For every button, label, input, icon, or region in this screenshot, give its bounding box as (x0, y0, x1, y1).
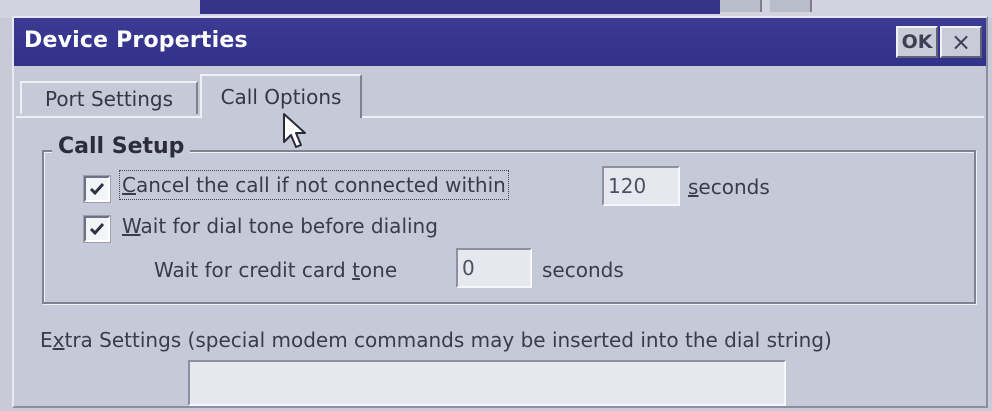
mouse-pointer-icon (283, 113, 306, 148)
checkmark-icon (89, 183, 105, 196)
dialog-titlebar[interactable]: Device Properties OK × (14, 18, 986, 66)
tab-port-settings[interactable]: Port Settings (20, 81, 198, 114)
dialog-title: Device Properties (24, 28, 248, 53)
background-window-button (770, 0, 812, 12)
wait-dial-tone-label[interactable]: Wait for dial tone before dialing (122, 214, 438, 238)
tab-panel-border (16, 116, 984, 118)
tab-call-options[interactable]: Call Options (200, 74, 362, 118)
tab-label: Port Settings (44, 86, 174, 111)
call-setup-legend: Call Setup (52, 134, 191, 159)
close-button[interactable]: × (940, 26, 982, 58)
credit-card-tone-label: Wait for credit card tone (154, 258, 398, 282)
extra-settings-label: Extra Settings (special modem commands m… (40, 328, 832, 352)
background-window-button (720, 0, 762, 12)
cancel-call-label[interactable]: Cancel the call if not connected within (119, 170, 509, 200)
cancel-call-unit-label: seconds (688, 175, 770, 199)
cancel-call-timeout-input[interactable]: 120 (602, 166, 680, 206)
close-icon[interactable]: × (951, 28, 971, 56)
extra-settings-input[interactable] (188, 360, 786, 406)
cancel-call-checkbox[interactable] (84, 176, 110, 202)
credit-card-unit-label: seconds (542, 258, 624, 282)
checkmark-icon (89, 223, 105, 236)
device-properties-dialog: Device Properties OK × Port Settings Cal… (12, 16, 988, 408)
wait-dial-tone-checkbox[interactable] (84, 216, 110, 242)
tab-label: Call Options (220, 85, 342, 109)
background-window-titlebar (200, 0, 720, 14)
ok-button[interactable]: OK (896, 26, 938, 58)
credit-card-tone-input[interactable]: 0 (456, 248, 532, 288)
